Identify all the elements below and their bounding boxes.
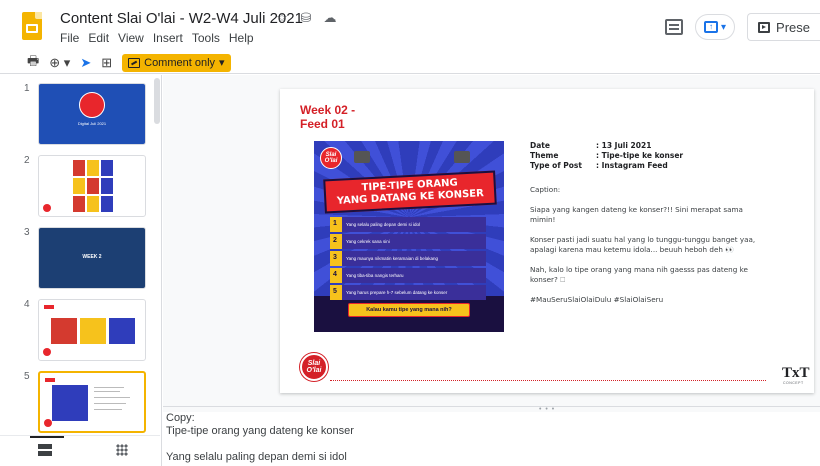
thumb-subtitle: Digital Juli 2021 (77, 121, 107, 126)
list-item: 1 Yang selalu paling depan demi si idol (330, 217, 486, 232)
slide-thumbnail-4[interactable] (38, 299, 146, 361)
slide-thumbnail-3[interactable]: WEEK 2 (38, 227, 146, 289)
thumb-image (80, 318, 106, 344)
info-row: Theme: Tipe-tipe ke konser (530, 151, 684, 160)
poster-title-line2: YANG DATANG KE KONSER (336, 188, 485, 207)
thumb-label: WEEK 2 (82, 254, 102, 260)
caption: Caption: Siapa yang kangen dateng ke kon… (530, 185, 770, 305)
speaker-notes[interactable]: Copy: Tipe-tipe orang yang dateng ke kon… (163, 412, 820, 466)
cloud-status-icon[interactable]: ☁ (322, 10, 338, 26)
slide-thumbnail-5[interactable] (38, 371, 146, 433)
thumb-heading (44, 305, 54, 309)
current-slide[interactable]: Week 02 - Feed 01 Slai O'lai TIPE-TIPE O… (280, 89, 814, 393)
thumb-number: 1 (24, 83, 30, 94)
thumb-image (51, 318, 77, 344)
filmstrip-scrollbar[interactable] (154, 78, 160, 124)
slides-logo-icon[interactable] (22, 12, 42, 40)
thumb-image (52, 385, 88, 421)
menu-bar: File Edit View Insert Tools Help (60, 31, 254, 45)
zoom-icon[interactable]: ⊕ ▾ (49, 55, 70, 71)
filmstrip-view-icon[interactable] (38, 444, 52, 456)
brand-logo-icon (43, 348, 51, 356)
caption-paragraph: Siapa yang kangen dateng ke konser?!! Si… (530, 205, 743, 224)
list-item: 2 Yang cekrek sana sini (330, 234, 486, 249)
slide-filmstrip: 1 Digital Juli 2021 2 3 WEEK 2 4 5 (0, 75, 162, 466)
footer-divider (330, 380, 766, 381)
list-item: 4 Yang tiba-tiba nangis terharu (330, 268, 486, 283)
thumb-heading (45, 378, 55, 382)
caption-hashtags: #MauSeruSlaiOlaiDulu #SlaiOlaiSeru (530, 295, 664, 304)
caption-paragraph: Nah, kalo lo tipe orang yang mana nih ga… (530, 265, 748, 284)
slide-thumbnail-1[interactable]: Digital Juli 2021 (38, 83, 146, 145)
agency-logo: TxT (782, 365, 810, 381)
present-icon (758, 21, 771, 33)
slide-canvas: Week 02 - Feed 01 Slai O'lai TIPE-TIPE O… (163, 75, 820, 406)
list-item: 5 Yang harus prepare h-7 sebelum datang k… (330, 285, 486, 300)
app-header: Content Slai O'lai - W2-W4 Juli 2021 ☆ ⛁… (0, 0, 820, 52)
brand-logo-icon: Slai O'lai (300, 353, 328, 381)
document-title[interactable]: Content Slai O'lai - W2-W4 Juli 2021 (60, 10, 303, 27)
stage-light-icon (354, 151, 370, 163)
title-icons: ☆ ⛁ ☁ (274, 10, 338, 26)
menu-tools[interactable]: Tools (192, 31, 220, 45)
chevron-down-icon: ▾ (219, 57, 225, 69)
chevron-down-icon: ▾ (721, 21, 727, 33)
list-item: 3 Yang maunya nikmatin keramaian di belak… (330, 251, 486, 266)
brand-logo-icon (44, 419, 52, 427)
slide-thumbnail-2[interactable] (38, 155, 146, 217)
brand-logo-icon (79, 92, 105, 118)
move-icon[interactable]: ⛁ (298, 10, 314, 26)
caption-paragraph: Konser pasti jadi suatu hal yang lo tung… (530, 235, 756, 254)
present-label: Prese (776, 19, 810, 35)
view-toggle (0, 435, 160, 466)
upload-icon: ↑ (704, 21, 719, 33)
post-info: Date: 13 Juli 2021 Theme: Tipe-tipe ke k… (530, 141, 770, 315)
thumb-grid (73, 160, 113, 212)
select-cursor-icon[interactable]: ➤ (80, 55, 91, 71)
notes-line: Yang selalu paling depan demi si idol (166, 451, 347, 463)
comment-history-icon[interactable] (665, 19, 684, 35)
brand-logo-icon: Slai O'lai (320, 147, 342, 169)
caption-label: Caption: (530, 185, 561, 194)
menu-help[interactable]: Help (229, 31, 254, 45)
comment-only-label: Comment only (144, 56, 216, 69)
thumb-number: 4 (24, 299, 30, 310)
present-options-button[interactable]: ↑ ▾ (695, 14, 736, 40)
slides-app: Content Slai O'lai - W2-W4 Juli 2021 ☆ ⛁… (0, 0, 820, 466)
instagram-poster: Slai O'lai TIPE-TIPE ORANG YANG DATANG K… (314, 141, 504, 332)
grid-view-icon[interactable] (116, 444, 128, 456)
thumb-number: 2 (24, 155, 30, 166)
toolbar: 🖶 ⊕ ▾ ➤ ⊞ Comment only ▾ (0, 52, 820, 74)
header-actions: ↑ ▾ Prese (665, 13, 820, 41)
notes-label: Copy: (166, 412, 195, 424)
poster-list: 1 Yang selalu paling depan demi si idol 2… (330, 217, 486, 302)
star-icon[interactable]: ☆ (274, 10, 290, 26)
slide-heading: Week 02 - Feed 01 (300, 103, 356, 131)
edit-mode-icon (128, 57, 141, 68)
menu-view[interactable]: View (118, 31, 144, 45)
brand-logo-icon (43, 204, 51, 212)
menu-insert[interactable]: Insert (153, 31, 183, 45)
menu-file[interactable]: File (60, 31, 79, 45)
thumb-image (109, 318, 135, 344)
add-comment-icon[interactable]: ⊞ (101, 55, 112, 71)
print-icon[interactable]: 🖶 (27, 52, 39, 74)
poster-banner: Kalau kamu tipe yang mana nih? (348, 303, 470, 317)
notes-line: Tipe-tipe orang yang dateng ke konser (166, 425, 354, 437)
menu-edit[interactable]: Edit (88, 31, 109, 45)
info-row: Date: 13 Juli 2021 (530, 141, 652, 150)
thumb-number: 3 (24, 227, 30, 238)
thumb-number: 5 (24, 371, 30, 382)
present-button[interactable]: Prese (747, 13, 820, 41)
info-row: Type of Post: Instagram Feed (530, 161, 668, 170)
stage-light-icon (454, 151, 470, 163)
agency-logo-sub: CONCEPT (783, 381, 804, 385)
comment-only-button[interactable]: Comment only ▾ (122, 53, 231, 72)
